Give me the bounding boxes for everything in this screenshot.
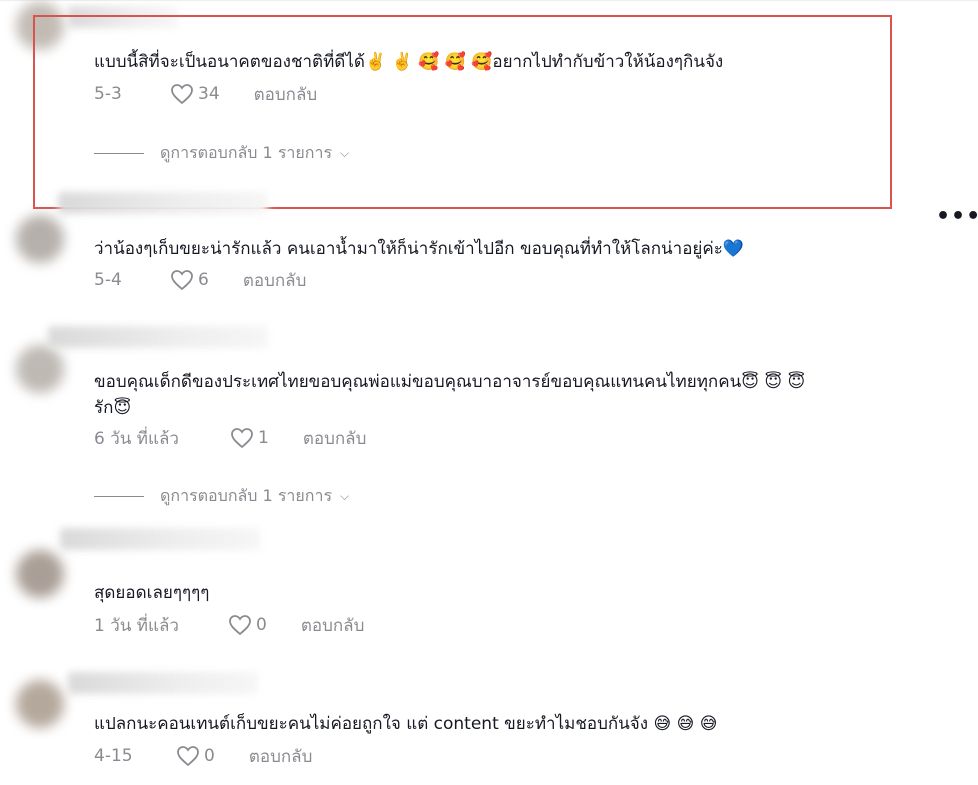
comment-body: ว่าน้องๆเก็บขยะน่ารักแล้ว คนเอาน้ำมาให้ก…	[94, 239, 723, 259]
reply-button[interactable]: ตอบกลับ	[301, 612, 365, 639]
view-replies-label: ดูการตอบกลับ 1 รายการ	[160, 486, 333, 505]
heart-outline-icon	[171, 270, 193, 291]
heart-outline-icon	[231, 428, 253, 449]
blue-heart-emoji: 💙	[722, 239, 745, 259]
comment-text-line2: รัก😇	[94, 396, 131, 420]
comment-date: 5-4	[94, 270, 122, 290]
like-count: 0	[204, 746, 215, 766]
comment-date: 4-15	[94, 746, 133, 766]
comment-body-line2: รัก	[94, 398, 114, 418]
comment-text: ว่าน้องๆเก็บขยะน่ารักแล้ว คนเอาน้ำมาให้ก…	[94, 237, 744, 261]
like-button[interactable]: 6	[170, 269, 209, 291]
comment-text: สุดยอดเลยๆๆๆๆ	[94, 581, 209, 605]
comment-date: 6 วัน ที่แล้ว	[94, 428, 179, 449]
view-replies-button[interactable]: ดูการตอบกลับ 1 รายการ ⌵	[94, 484, 349, 509]
like-count: 1	[258, 428, 269, 448]
username-blurred	[58, 192, 268, 214]
avatar[interactable]	[16, 680, 64, 728]
comment-body: สุดยอดเลยๆๆๆๆ	[94, 583, 210, 603]
comment-body: ขอบคุณเด็กดีของประเทศไทยขอบคุณพ่อแม่ขอบค…	[94, 372, 742, 392]
comment-date: 1 วัน ที่แล้ว	[94, 615, 179, 636]
reply-button[interactable]: ตอบกลับ	[243, 267, 307, 294]
comment-meta: 5-4 6 ตอบกลับ	[94, 268, 306, 292]
replies-divider-line	[94, 496, 144, 497]
comment-meta: 4-15 0 ตอบกลับ	[94, 744, 312, 768]
top-divider	[0, 0, 978, 1]
reply-button[interactable]: ตอบกลับ	[249, 743, 313, 770]
username-blurred	[68, 672, 258, 694]
like-count: 0	[256, 615, 267, 635]
sweat-smile-emoji-group: 😅 😅 😅	[653, 714, 718, 734]
comment-body: แปลกนะคอนเทนต์เก็บขยะคนไม่ค่อยถูกใจ แต่ …	[94, 714, 649, 734]
more-dots-icon[interactable]: •••	[936, 204, 978, 229]
like-count: 6	[198, 270, 209, 290]
username-blurred	[48, 326, 268, 348]
heart-outline-icon	[229, 615, 251, 636]
halo-emoji: 😇	[113, 398, 132, 418]
halo-emoji-group: 😇 😇 😇	[741, 372, 806, 392]
avatar[interactable]	[16, 550, 64, 598]
reply-button[interactable]: ตอบกลับ	[303, 425, 367, 452]
like-button[interactable]: 0	[228, 614, 267, 636]
avatar[interactable]	[16, 215, 64, 263]
like-button[interactable]: 0	[176, 745, 215, 767]
comment-text: ขอบคุณเด็กดีของประเทศไทยขอบคุณพ่อแม่ขอบค…	[94, 370, 805, 394]
comment-meta: 6 วัน ที่แล้ว 1 ตอบกลับ	[94, 426, 366, 450]
heart-outline-icon	[177, 746, 199, 767]
comment-text: แปลกนะคอนเทนต์เก็บขยะคนไม่ค่อยถูกใจ แต่ …	[94, 712, 717, 736]
username-blurred	[60, 528, 260, 550]
avatar[interactable]	[16, 345, 64, 393]
comment-meta: 1 วัน ที่แล้ว 0 ตอบกลับ	[94, 613, 364, 637]
chevron-down-icon: ⌵	[340, 489, 350, 503]
highlight-box	[33, 15, 892, 209]
like-button[interactable]: 1	[230, 427, 269, 449]
